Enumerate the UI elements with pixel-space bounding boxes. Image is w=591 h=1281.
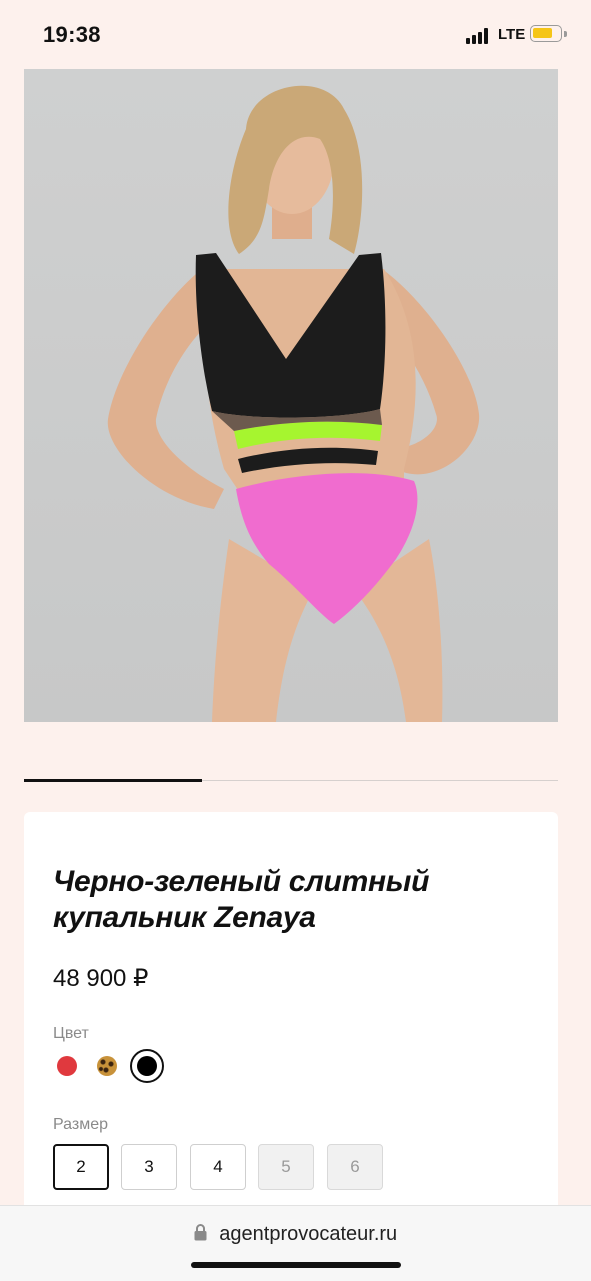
status-time: 19:38: [43, 22, 101, 47]
battery-icon: [530, 25, 562, 42]
carousel-progress: [24, 779, 202, 782]
size-option-5[interactable]: 5: [258, 1144, 314, 1190]
size-label: Размер: [53, 1116, 108, 1133]
color-dot-leopard: [97, 1056, 117, 1076]
size-option-4[interactable]: 4: [190, 1144, 246, 1190]
browser-url-bar[interactable]: agentprovocateur.ru: [0, 1205, 591, 1281]
color-label: Цвет: [53, 1025, 89, 1042]
size-option-6[interactable]: 6: [327, 1144, 383, 1190]
size-option-3[interactable]: 3: [121, 1144, 177, 1190]
product-price: 48 900 ₽: [53, 965, 149, 992]
battery-tip: [564, 31, 567, 37]
home-indicator[interactable]: [191, 1262, 401, 1268]
status-bar: 19:38 LTE: [0, 0, 591, 68]
network-label: LTE: [498, 26, 526, 43]
color-swatch-leopard[interactable]: [90, 1049, 124, 1083]
color-swatch-black[interactable]: [130, 1049, 164, 1083]
product-photo-illustration: [107, 85, 480, 722]
product-photo[interactable]: [24, 69, 558, 722]
signal-icon: [466, 28, 492, 44]
product-info-card: Черно-зеленый слитный купальник Zenaya 4…: [24, 812, 558, 1232]
color-dot-black: [137, 1056, 157, 1076]
color-dot-red: [57, 1056, 77, 1076]
lock-icon: [194, 1223, 207, 1246]
product-title: Черно-зеленый слитный купальник Zenaya: [53, 865, 430, 934]
color-swatch-red[interactable]: [50, 1049, 84, 1083]
url-text: agentprovocateur.ru: [219, 1223, 398, 1245]
size-option-2[interactable]: 2: [53, 1144, 109, 1190]
